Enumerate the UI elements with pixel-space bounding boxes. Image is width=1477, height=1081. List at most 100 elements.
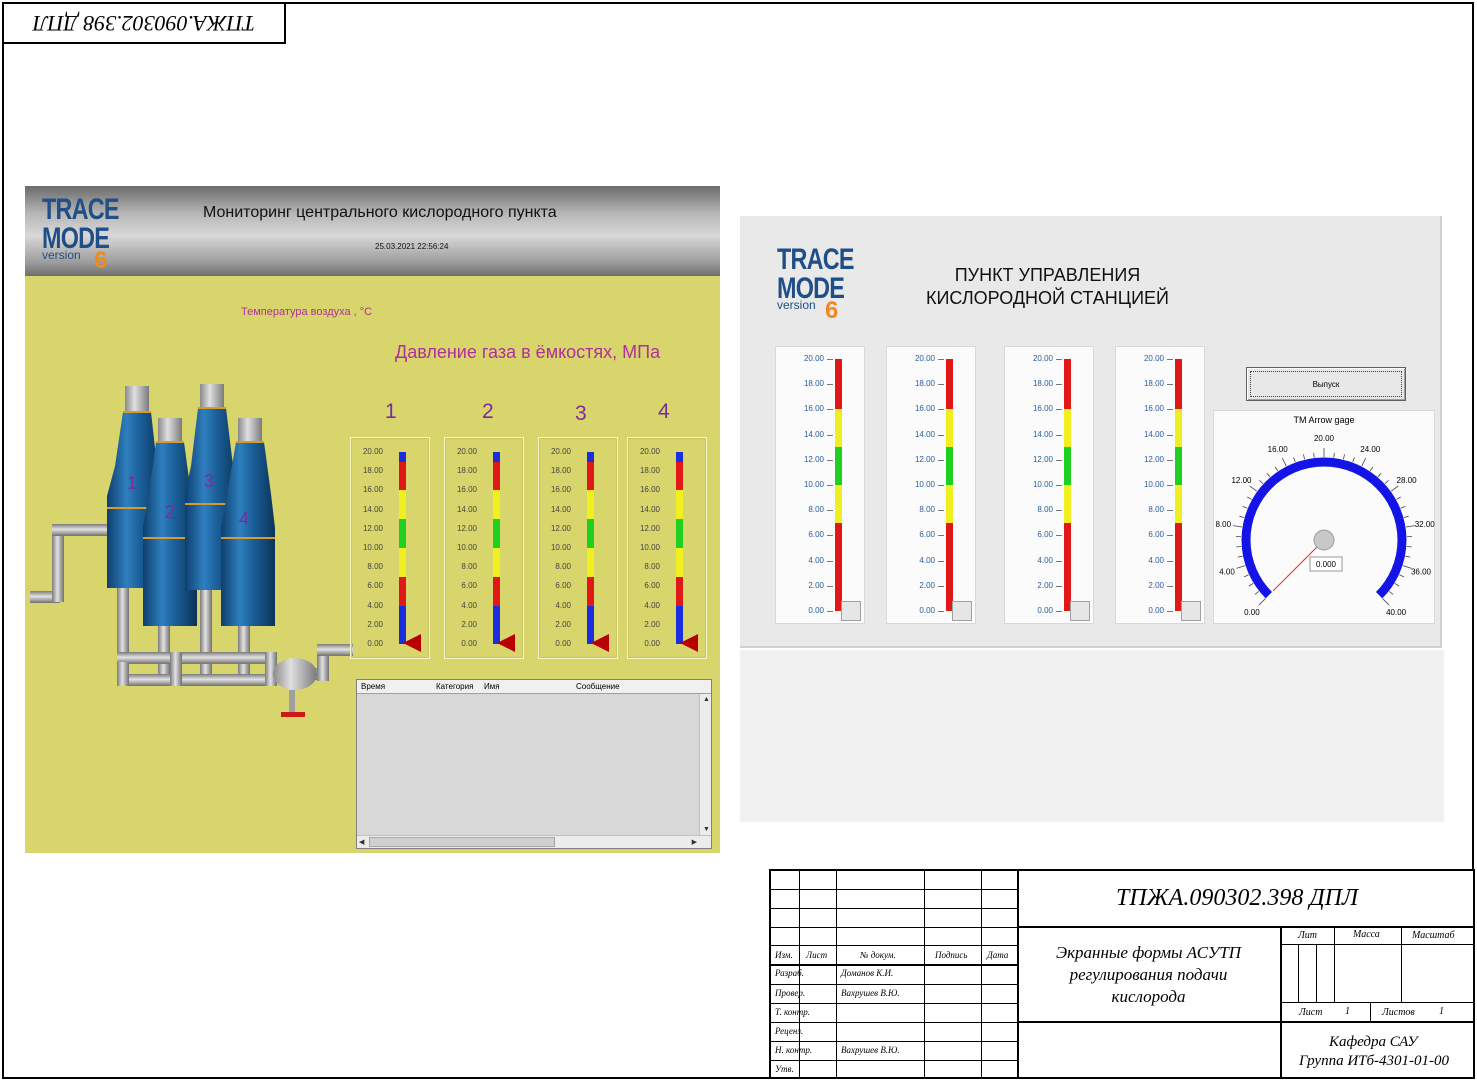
station-gauge-tick-label: 12.00 <box>803 454 824 464</box>
station-gauge-zone <box>1064 409 1071 448</box>
station-gauge-tick <box>827 409 833 411</box>
station-gauge-tick <box>1056 585 1062 587</box>
station-gauge-tick-label: 20.00 <box>803 354 824 363</box>
scroll-down-icon[interactable]: ▼ <box>703 826 710 833</box>
station-gauge-3: 20.00 18.00 16.00 14.00 12.00 10.00 8.00 6.00 4.… <box>1004 346 1094 624</box>
gauge-tick-label: 20.00 <box>639 447 660 456</box>
col-podpis: Подпись <box>935 950 968 960</box>
gauge-tick-label: 12.00 <box>456 523 477 533</box>
arrow-gage-tick <box>1400 505 1406 509</box>
station-gauge-tick-label: 18.00 <box>1032 379 1053 389</box>
gauge-zone <box>399 452 406 462</box>
gauge-pointer-icon <box>591 634 609 652</box>
logo2-line2: MODE <box>777 271 845 305</box>
gauge-tick-label: 12.00 <box>362 523 383 533</box>
pressure-gauge-3: 20.00 18.00 16.00 14.00 12.00 10.00 8.00 6.00 4.… <box>538 437 618 659</box>
gauge-number-2: 2 <box>482 400 494 423</box>
gauge-pointer-icon <box>680 634 698 652</box>
station-gauge-pointer <box>1070 601 1090 621</box>
events-vertical-scrollbar[interactable]: ▲ ▼ <box>699 694 711 835</box>
station-gauge-tick-label: 12.00 <box>1143 454 1164 464</box>
arrow-gage-tick-label: 36.00 <box>1411 568 1432 577</box>
col-category[interactable]: Категория <box>436 682 473 691</box>
doc-title-line3: кислорода <box>1111 987 1186 1006</box>
arrow-gage-tick-label: 12.00 <box>1231 476 1252 485</box>
station-gauge-tick <box>1167 459 1173 461</box>
arrow-gage-tick <box>1249 485 1258 492</box>
scroll-left-icon[interactable]: ◀ <box>359 838 364 846</box>
station-gauge-tick <box>1056 510 1062 512</box>
station-gauge-zone <box>835 359 842 372</box>
scroll-right-icon[interactable]: ▶ <box>692 838 697 846</box>
station-gauge-tick-label: 6.00 <box>808 530 824 540</box>
arrow-gage-tick <box>1243 574 1249 578</box>
station-gauge-tick-label: 8.00 <box>919 505 935 515</box>
station-gauge-tick <box>827 359 833 360</box>
screen2-empty-area <box>740 650 1444 822</box>
gauge-number-1: 1 <box>385 400 397 423</box>
gauge-zone <box>676 519 683 548</box>
arrow-gage-tick <box>1233 525 1243 528</box>
arrow-gage-tick-label: 28.00 <box>1397 476 1418 485</box>
release-button[interactable]: Выпуск <box>1246 367 1406 401</box>
arrow-gage-tick <box>1247 496 1252 500</box>
station-gauge-tick-label: 2.00 <box>1037 580 1053 590</box>
gauge-tick-label: 0.00 <box>555 639 571 648</box>
arrow-gage-tick-label: 16.00 <box>1268 445 1289 454</box>
station-gauge-tick-label: 4.00 <box>1148 555 1164 565</box>
gauge-tick-label: 14.00 <box>456 504 477 514</box>
tank-label-3: 3 <box>204 471 215 491</box>
events-horizontal-scrollbar[interactable]: ◀ ▶ <box>357 835 711 848</box>
station-gauge-pointer <box>1181 601 1201 621</box>
station-gauge-tick <box>827 560 833 562</box>
trace-mode-logo: TRACE MODE version 6 <box>42 195 140 273</box>
scroll-thumb[interactable] <box>369 837 555 847</box>
station-gauge-tick <box>1056 434 1062 436</box>
gauge-pointer-icon <box>497 634 515 652</box>
gauge-tick-label: 12.00 <box>550 523 571 533</box>
logo-line2: MODE <box>42 221 110 255</box>
gauge-zone <box>399 576 406 606</box>
gauge-tick-label: 20.00 <box>362 447 383 456</box>
col-name[interactable]: Имя <box>484 682 500 691</box>
gauge-tick-label: 8.00 <box>555 562 571 572</box>
tanks-mnemonic <box>30 384 353 717</box>
station-gauge-tick <box>827 434 833 436</box>
col-message[interactable]: Сообщение <box>576 682 620 691</box>
pressure-gauge-2: 20.00 18.00 16.00 14.00 12.00 10.00 8.00 6.00 4.… <box>444 437 524 659</box>
col-data: Дата <box>987 950 1009 960</box>
station-gauge-tick-label: 2.00 <box>919 580 935 590</box>
role-razrab: Разраб. <box>775 968 804 978</box>
gas-pressure-label: Давление газа в ёмкостях, МПа <box>395 342 661 362</box>
gauge-zone <box>587 548 594 577</box>
station-gauge-tick-label: 6.00 <box>1148 530 1164 540</box>
arrow-gage-tick <box>1390 485 1399 492</box>
gauge-tick-label: 10.00 <box>639 543 660 552</box>
station-gauge-zone <box>1064 447 1071 485</box>
gauge-zone <box>587 452 594 462</box>
screen1-datetime: 25.03.2021 22:56:24 <box>375 242 449 251</box>
station-gauge-4: 20.00 18.00 16.00 14.00 12.00 10.00 8.00 6.00 4.… <box>1115 346 1205 624</box>
station-gauge-tick <box>1167 585 1173 587</box>
station-gauge-zone <box>946 485 953 523</box>
col-time[interactable]: Время <box>361 682 385 691</box>
gauge-number-3: 3 <box>575 402 587 425</box>
scroll-up-icon[interactable]: ▲ <box>703 696 710 703</box>
gauge-tick-label: 0.00 <box>644 639 660 648</box>
arrow-gage-tick <box>1405 555 1411 558</box>
station-gauge-tick <box>1056 560 1062 562</box>
station-gauge-tick-label: 14.00 <box>1032 429 1053 439</box>
gauge-tick-label: 16.00 <box>639 485 660 495</box>
arrow-gage-tick <box>1403 515 1409 518</box>
arrow-gage-value: 0.000 <box>1316 560 1337 569</box>
station-gauge-tick-label: 12.00 <box>1032 454 1053 464</box>
gauge-number-4: 4 <box>658 400 670 423</box>
events-table[interactable]: Время Категория Имя Сообщение ▲ ▼ ◀ ▶ <box>356 679 712 849</box>
arrow-gage-tick <box>1313 452 1315 458</box>
gauge-tick-label: 4.00 <box>555 600 571 610</box>
monitoring-screen: TRACE MODE version 6 Мониторинг централь… <box>25 186 720 853</box>
list-label: Лист <box>1299 1007 1323 1018</box>
gauge-tick-label: 2.00 <box>555 619 571 629</box>
gauge-zone <box>493 490 500 520</box>
station-gauge-tick <box>938 535 944 537</box>
